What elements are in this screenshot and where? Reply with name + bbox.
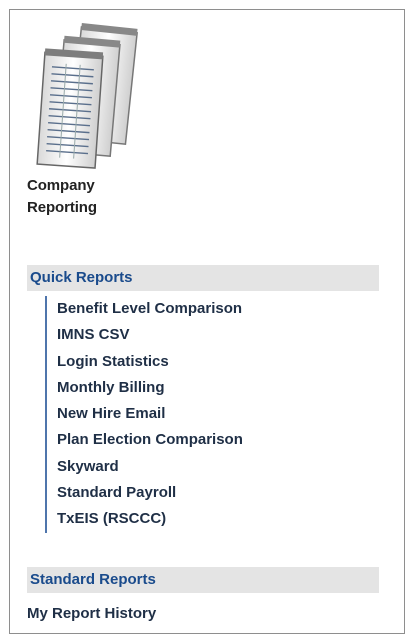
quick-reports-header[interactable]: Quick Reports bbox=[27, 265, 379, 291]
report-link-standard-payroll[interactable]: Standard Payroll bbox=[47, 480, 377, 506]
stacked-reports-icon bbox=[36, 23, 138, 169]
app-title-line-2: Reporting bbox=[27, 199, 97, 216]
standard-reports-header[interactable]: Standard Reports bbox=[27, 567, 379, 593]
report-link-skyward[interactable]: Skyward bbox=[47, 454, 377, 480]
app-title: Company Reporting bbox=[27, 175, 97, 219]
app-title-line-1: Company bbox=[27, 177, 95, 194]
report-link-plan-election-comparison[interactable]: Plan Election Comparison bbox=[47, 427, 377, 453]
report-menu-panel: Company Reporting Quick Reports Benefit … bbox=[9, 9, 405, 634]
report-link-monthly-billing[interactable]: Monthly Billing bbox=[47, 375, 377, 401]
report-link-txeis-rsccc[interactable]: TxEIS (RSCCC) bbox=[47, 506, 377, 532]
my-report-history-link[interactable]: My Report History bbox=[27, 602, 156, 626]
report-link-login-statistics[interactable]: Login Statistics bbox=[47, 349, 377, 375]
report-link-imns-csv[interactable]: IMNS CSV bbox=[47, 322, 377, 348]
quick-reports-list: Benefit Level Comparison IMNS CSV Login … bbox=[45, 296, 377, 533]
report-link-new-hire-email[interactable]: New Hire Email bbox=[47, 401, 377, 427]
report-link-benefit-level-comparison[interactable]: Benefit Level Comparison bbox=[47, 296, 377, 322]
